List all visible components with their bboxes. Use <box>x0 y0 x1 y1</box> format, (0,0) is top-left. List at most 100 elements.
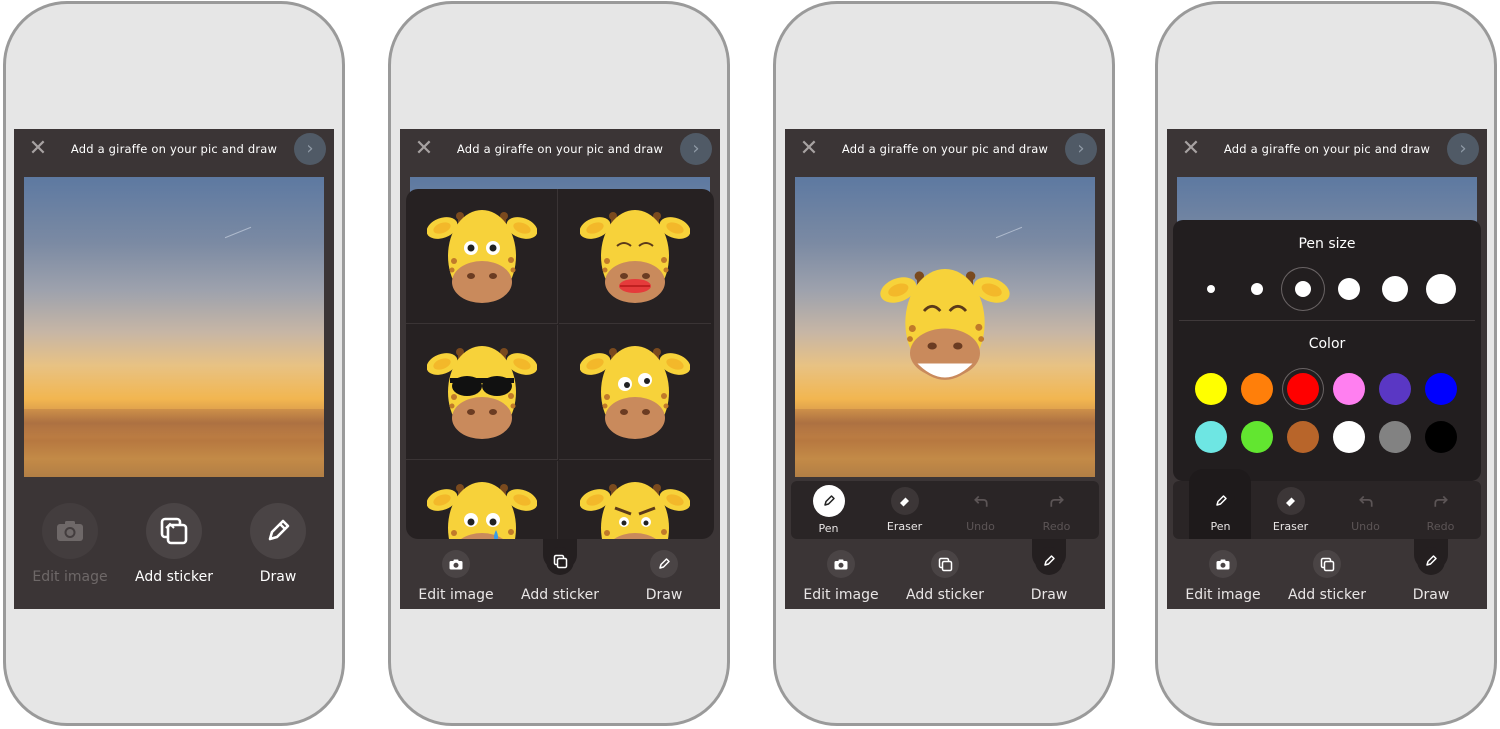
eraser-tool-button[interactable]: Eraser <box>867 483 942 533</box>
sticker-giraffe-surprised[interactable] <box>406 189 558 324</box>
color-title: Color <box>1308 336 1346 352</box>
color-swatch[interactable] <box>1379 373 1411 405</box>
top-bar: ✕ Add a giraffe on your pic and draw › <box>1167 129 1487 171</box>
pen-icon <box>823 495 835 506</box>
eraser-tool-button[interactable]: Eraser <box>1253 483 1328 533</box>
pen-tool-button[interactable]: Pen <box>791 483 866 535</box>
draw-toolbar: Pen Eraser Undo Redo <box>791 481 1099 539</box>
pen-size-options <box>1173 269 1481 309</box>
chevron-right-icon: › <box>1077 138 1085 159</box>
sticker-giraffe-googly[interactable] <box>559 325 711 460</box>
photo-canvas[interactable] <box>795 177 1095 477</box>
giraffe-crying-sticker <box>426 482 537 539</box>
pen-size-dot <box>1382 276 1408 302</box>
tab-edit-image[interactable]: Edit image <box>789 539 893 609</box>
tab-edit-image[interactable]: Edit image <box>1171 539 1275 609</box>
camera-icon <box>834 559 848 569</box>
color-swatch[interactable] <box>1333 421 1365 453</box>
next-button[interactable]: › <box>294 133 326 165</box>
chevron-right-icon: › <box>306 138 314 159</box>
tab-draw[interactable]: Draw <box>1379 539 1483 609</box>
screen-title: Add a giraffe on your pic and draw <box>841 142 1049 156</box>
color-swatch[interactable] <box>1425 421 1457 453</box>
undo-button[interactable]: Undo <box>1328 483 1403 533</box>
next-button[interactable]: › <box>1447 133 1479 165</box>
undo-button[interactable]: Undo <box>943 483 1018 533</box>
top-bar: ✕ Add a giraffe on your pic and draw › <box>14 129 334 171</box>
tab-edit-image-label: Edit image <box>418 587 494 603</box>
sticker-giraffe-sunglasses[interactable] <box>406 325 558 460</box>
redo-label: Redo <box>1042 520 1071 533</box>
edit-image-button[interactable]: Edit image <box>18 503 122 585</box>
color-swatch[interactable] <box>1333 373 1365 405</box>
pen-settings-panel: Pen size Color <box>1173 220 1481 481</box>
color-swatch[interactable] <box>1241 373 1273 405</box>
pen-tool-label: Pen <box>818 522 839 535</box>
color-swatch[interactable] <box>1287 373 1319 405</box>
top-bar: ✕ Add a giraffe on your pic and draw › <box>400 129 720 171</box>
undo-icon <box>1358 495 1373 507</box>
tab-draw[interactable]: Draw <box>612 539 716 609</box>
color-swatch[interactable] <box>1195 421 1227 453</box>
tab-bar: Edit image Add sticker Draw <box>785 539 1105 609</box>
add-sticker-button[interactable]: Add sticker <box>122 503 226 585</box>
pen-size-option[interactable] <box>1281 267 1325 311</box>
giraffe-sunglasses-sticker <box>426 346 537 439</box>
pen-tool-button[interactable]: Pen <box>1183 483 1258 533</box>
next-button[interactable]: › <box>680 133 712 165</box>
pen-size-option[interactable] <box>1191 269 1231 309</box>
tab-edit-image[interactable]: Edit image <box>404 539 508 609</box>
color-swatch[interactable] <box>1379 421 1411 453</box>
color-swatch[interactable] <box>1195 373 1227 405</box>
pen-size-option[interactable] <box>1329 269 1369 309</box>
tab-draw-label: Draw <box>645 587 683 603</box>
sticker-giraffe-crying[interactable] <box>406 461 558 539</box>
tab-draw[interactable]: Draw <box>997 539 1101 609</box>
tab-add-sticker[interactable]: Add sticker <box>1275 539 1379 609</box>
draw-button[interactable]: Draw <box>226 503 330 585</box>
close-icon[interactable]: ✕ <box>414 138 434 160</box>
tab-add-sticker[interactable]: Add sticker <box>893 539 997 609</box>
camera-icon <box>449 559 463 569</box>
app-screen: ✕ Add a giraffe on your pic and draw › E… <box>400 129 720 609</box>
close-icon[interactable]: ✕ <box>799 138 819 160</box>
color-swatch[interactable] <box>1287 421 1319 453</box>
placed-giraffe-sticker[interactable] <box>875 255 1015 395</box>
phone-frame-4: ✕ Add a giraffe on your pic and draw › P… <box>1155 1 1497 726</box>
pen-size-dot <box>1251 283 1263 295</box>
photo-canvas[interactable] <box>24 177 324 477</box>
pen-icon <box>1215 495 1227 506</box>
undo-icon <box>973 495 988 507</box>
sticker-giraffe-angry[interactable] <box>559 461 711 539</box>
pen-size-dot <box>1207 285 1215 293</box>
phone-frame-1: ✕ Add a giraffe on your pic and draw › E… <box>3 1 345 726</box>
close-icon[interactable]: ✕ <box>1181 138 1201 160</box>
camera-icon <box>1216 559 1230 569</box>
tab-add-sticker-label: Add sticker <box>906 587 984 603</box>
pen-icon <box>268 519 290 541</box>
pen-size-option[interactable] <box>1375 269 1415 309</box>
tab-draw-label: Draw <box>1030 587 1068 603</box>
color-swatch[interactable] <box>1425 373 1457 405</box>
tab-edit-image-label: Edit image <box>1185 587 1261 603</box>
pen-size-option[interactable] <box>1237 269 1277 309</box>
tab-draw-label: Draw <box>1412 587 1450 603</box>
giraffe-googly-sticker <box>580 346 690 439</box>
tab-add-sticker[interactable]: Add sticker <box>508 539 612 609</box>
tab-add-sticker-label: Add sticker <box>521 587 599 603</box>
redo-button[interactable]: Redo <box>1403 483 1478 533</box>
eraser-tool-label: Eraser <box>1272 520 1309 533</box>
pen-size-option[interactable] <box>1421 269 1461 309</box>
app-screen: ✕ Add a giraffe on your pic and draw › P… <box>785 129 1105 609</box>
redo-button[interactable]: Redo <box>1019 483 1094 533</box>
pen-size-dot <box>1338 278 1360 300</box>
undo-label: Undo <box>1351 520 1380 533</box>
next-button[interactable]: › <box>1065 133 1097 165</box>
tab-edit-image-label: Edit image <box>803 587 879 603</box>
giraffe-surprised-sticker <box>426 210 537 303</box>
close-icon[interactable]: ✕ <box>28 138 48 160</box>
undo-label: Undo <box>966 520 995 533</box>
pen-icon <box>1044 555 1055 566</box>
color-swatch[interactable] <box>1241 421 1273 453</box>
sticker-giraffe-lips[interactable] <box>559 189 711 324</box>
